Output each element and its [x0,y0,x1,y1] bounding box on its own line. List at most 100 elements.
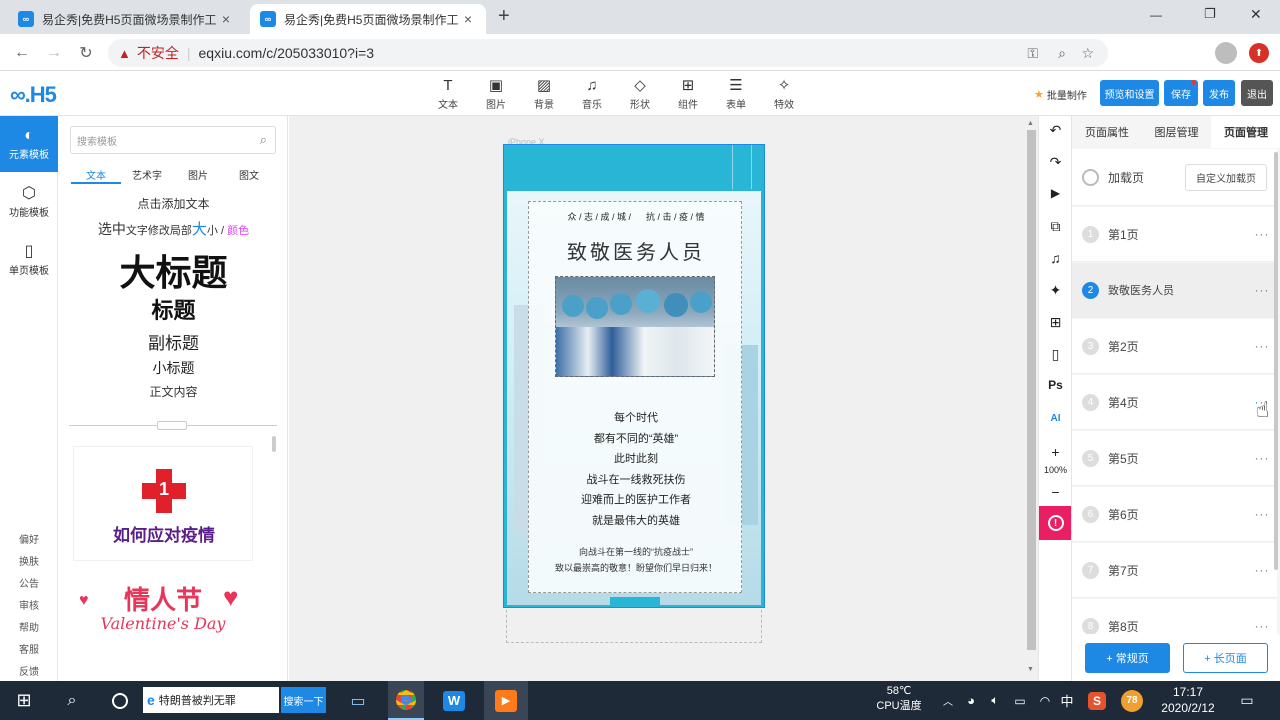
subtitle-template[interactable]: 副标题 [59,329,287,354]
rail-function-templates[interactable]: ⬡ 功能模板 [0,174,58,230]
browser-tab-1[interactable]: ∞ 易企秀|免费H5页面微场景制作工 × [8,4,244,34]
wifi-icon[interactable]: ◠ [1036,681,1054,720]
template-card-epidemic[interactable]: 1 如何应对疫情 [73,446,253,561]
browser-tab-2[interactable]: ∞ 易企秀|免费H5页面微场景制作工 × [250,4,486,34]
editor-canvas[interactable]: iPhone X 众 / 志 / 成 / 城 / 抗 / 击 / 疫 / 情 致… [289,116,1025,681]
back-icon[interactable]: ← [10,41,34,65]
extension-icon[interactable]: ⬆ [1249,43,1269,63]
page-list-scrollbar[interactable] [1274,152,1278,570]
grid-icon[interactable]: ⊞ [1039,314,1072,331]
more-icon[interactable]: ··· [1247,451,1277,465]
taskbar-search-box[interactable]: e 特朗普被判无罪 [143,687,279,713]
footer-block[interactable]: 向战斗在第一线的“抗疫战士” 致以最崇高的敬意！盼望你们早日归来！ [529,544,743,576]
profile-avatar[interactable] [1215,42,1237,64]
sogou-icon[interactable]: S [1086,681,1108,720]
small-title-template[interactable]: 小标题 [59,358,287,378]
collapse-handle[interactable] [157,421,187,430]
cortana-icon[interactable] [108,681,132,720]
add-long-page-button[interactable]: + 长页面 [1183,643,1268,673]
copy-page-icon[interactable]: ⧉ [1039,218,1072,235]
medical-staff-photo[interactable] [555,276,715,377]
battery-icon[interactable]: ▭ [1010,681,1030,720]
title-template[interactable]: 标题 [59,293,287,325]
content-card[interactable]: 众 / 志 / 成 / 城 / 抗 / 击 / 疫 / 情 致敬医务人员 每个时… [528,201,742,593]
rail-element-templates[interactable]: ◐ 元素模板 [0,116,58,172]
subtab-art-text[interactable]: 艺术字 [122,167,172,182]
url-field[interactable]: ▲ 不安全 | eqxiu.com/c/205033010?i=3 ⚿ ⌕ ☆ [108,39,1108,67]
page-row[interactable]: 5 第5页 ··· [1072,431,1277,486]
bookmark-star-icon[interactable]: ☆ [1081,45,1094,62]
tray-expand-icon[interactable]: ︿ [940,681,956,720]
rail-link-review[interactable]: 审核 [0,597,58,612]
taskbar-search-button[interactable]: 搜索一下 [281,687,326,713]
ime-indicator[interactable]: 中 [1058,681,1076,720]
more-icon[interactable]: ··· [1247,227,1277,241]
tool-image[interactable]: ▣ 图片 [476,76,516,111]
forward-icon[interactable]: → [42,41,66,65]
zoom-icon[interactable]: ⌕ [1058,45,1066,62]
more-icon[interactable]: ··· [1247,619,1277,633]
eqxiu-logo[interactable]: ∞.H5 [10,82,57,108]
page-row[interactable]: 7 第7页 ··· [1072,543,1277,598]
more-icon[interactable]: ··· [1247,283,1277,297]
add-normal-page-button[interactable]: + 常规页 [1085,643,1170,673]
tool-effects[interactable]: ✧ 特效 [764,76,804,111]
loading-page-row[interactable]: 加载页 自定义加载页 [1072,149,1277,206]
restore-icon[interactable]: ❐ [1204,6,1216,22]
music-icon[interactable]: ♫ [1039,250,1072,266]
scroll-up-icon[interactable]: ▲ [1027,120,1034,127]
rail-link-service[interactable]: 客服 [0,641,58,656]
page-row[interactable]: 1 第1页 ··· [1072,207,1277,262]
volume-icon[interactable]: 🔈︎ [986,681,1004,720]
play-icon[interactable]: ▶ [1039,186,1072,200]
wps-taskbar-icon[interactable]: W [436,681,472,720]
notification-icon[interactable]: ▭ [1236,681,1258,720]
page-row[interactable]: 6 第6页 ··· [1072,487,1277,542]
exit-button[interactable]: 退出 [1241,80,1273,106]
select-modify-hint[interactable]: 选中文字修改局部大小 / 颜色 [59,218,287,239]
batch-make-button[interactable]: ★ 批量制作 [1034,87,1087,102]
tool-text[interactable]: T 文本 [428,76,468,111]
taskbar-search-icon[interactable]: ⌕ [60,681,84,720]
zoom-in-icon[interactable]: + [1039,444,1072,460]
tool-form[interactable]: ☰ 表单 [716,76,756,111]
rail-link-skin[interactable]: 换肤 [0,553,58,568]
big-title-template[interactable]: 大标题 [59,244,287,296]
tool-shape[interactable]: ◇ 形状 [620,76,660,111]
page-row-active[interactable]: 2 致敬医务人员 ··· [1072,263,1277,318]
preview-settings-button[interactable]: 预览和设置 [1100,80,1159,106]
panel-scrollbar[interactable] [272,436,276,452]
sparkle-icon[interactable]: ✦ [1039,282,1072,299]
header-line[interactable]: 众 / 志 / 成 / 城 / 抗 / 击 / 疫 / 情 [529,210,743,223]
key-icon[interactable]: ⚿ [1027,45,1038,62]
publish-button[interactable]: 发布 [1203,80,1235,106]
tab-close-icon[interactable]: × [218,11,234,27]
subtab-text[interactable]: 文本 [71,167,121,182]
undo-icon[interactable]: ↶ [1039,122,1072,139]
alert-button[interactable]: ! [1039,506,1072,540]
mobile-icon[interactable]: ▯ [1039,346,1072,363]
poem-block[interactable]: 每个时代 都有不同的“英雄” 此时此刻 战斗在一线救死扶伤 迎难而上的医护工作者… [529,408,743,532]
template-card-valentine[interactable]: 情人节 Valentine's Day ♥ ♥ [73,574,253,642]
window-close-icon[interactable]: ✕ [1250,6,1262,23]
custom-loading-button[interactable]: 自定义加载页 [1185,163,1267,191]
tool-component[interactable]: ⊞ 组件 [668,76,708,111]
canvas-scrollbar[interactable]: ▲ ▼ [1025,116,1038,681]
tab-page-management[interactable]: 页面管理 [1211,116,1280,148]
media-taskbar-icon[interactable]: ▶ [484,681,528,720]
scroll-thumb[interactable] [1027,130,1036,650]
security-badge[interactable]: 78 [1120,681,1144,720]
zoom-out-icon[interactable]: − [1039,484,1072,500]
ai-icon[interactable]: AI [1039,413,1072,424]
more-icon[interactable]: ··· [1247,563,1277,577]
page-row[interactable]: 4 第4页 ··· [1072,375,1277,430]
system-clock[interactable]: 17:17 2020/2/12 [1150,684,1226,716]
tab-page-properties[interactable]: 页面属性 [1072,116,1142,148]
subtab-image-text[interactable]: 图文 [224,167,274,182]
tab-layer-management[interactable]: 图层管理 [1142,116,1211,148]
qq-icon[interactable]: ◕ [962,681,980,720]
windows-start-icon[interactable]: ⊞ [12,681,36,720]
reload-icon[interactable]: ↻ [74,41,98,65]
scroll-down-icon[interactable]: ▼ [1027,666,1034,673]
tab-close-icon[interactable]: × [460,11,476,27]
